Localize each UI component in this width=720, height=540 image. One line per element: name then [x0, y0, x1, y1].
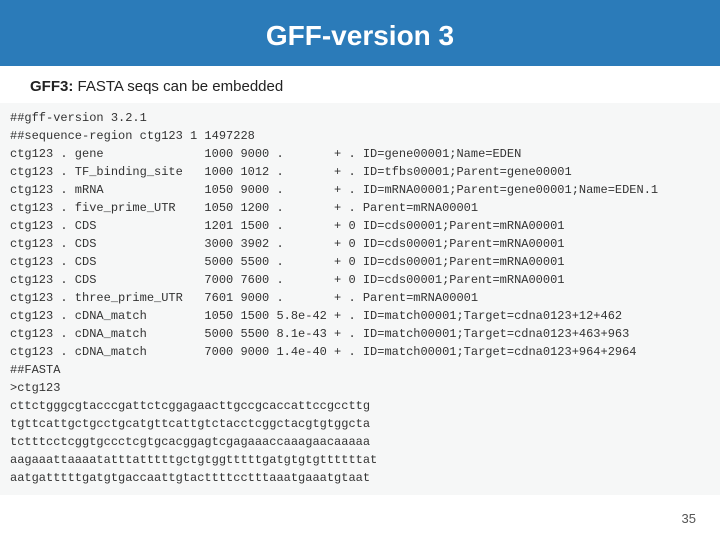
page-number: 35 [682, 511, 696, 526]
subtitle-label: GFF3: [30, 78, 73, 95]
page-title: GFF-version 3 [0, 0, 720, 66]
subtitle-text: FASTA seqs can be embedded [73, 78, 283, 95]
gff-code-block: ##gff-version 3.2.1 ##sequence-region ct… [0, 103, 720, 495]
subtitle-line: GFF3: FASTA seqs can be embedded [0, 66, 720, 103]
